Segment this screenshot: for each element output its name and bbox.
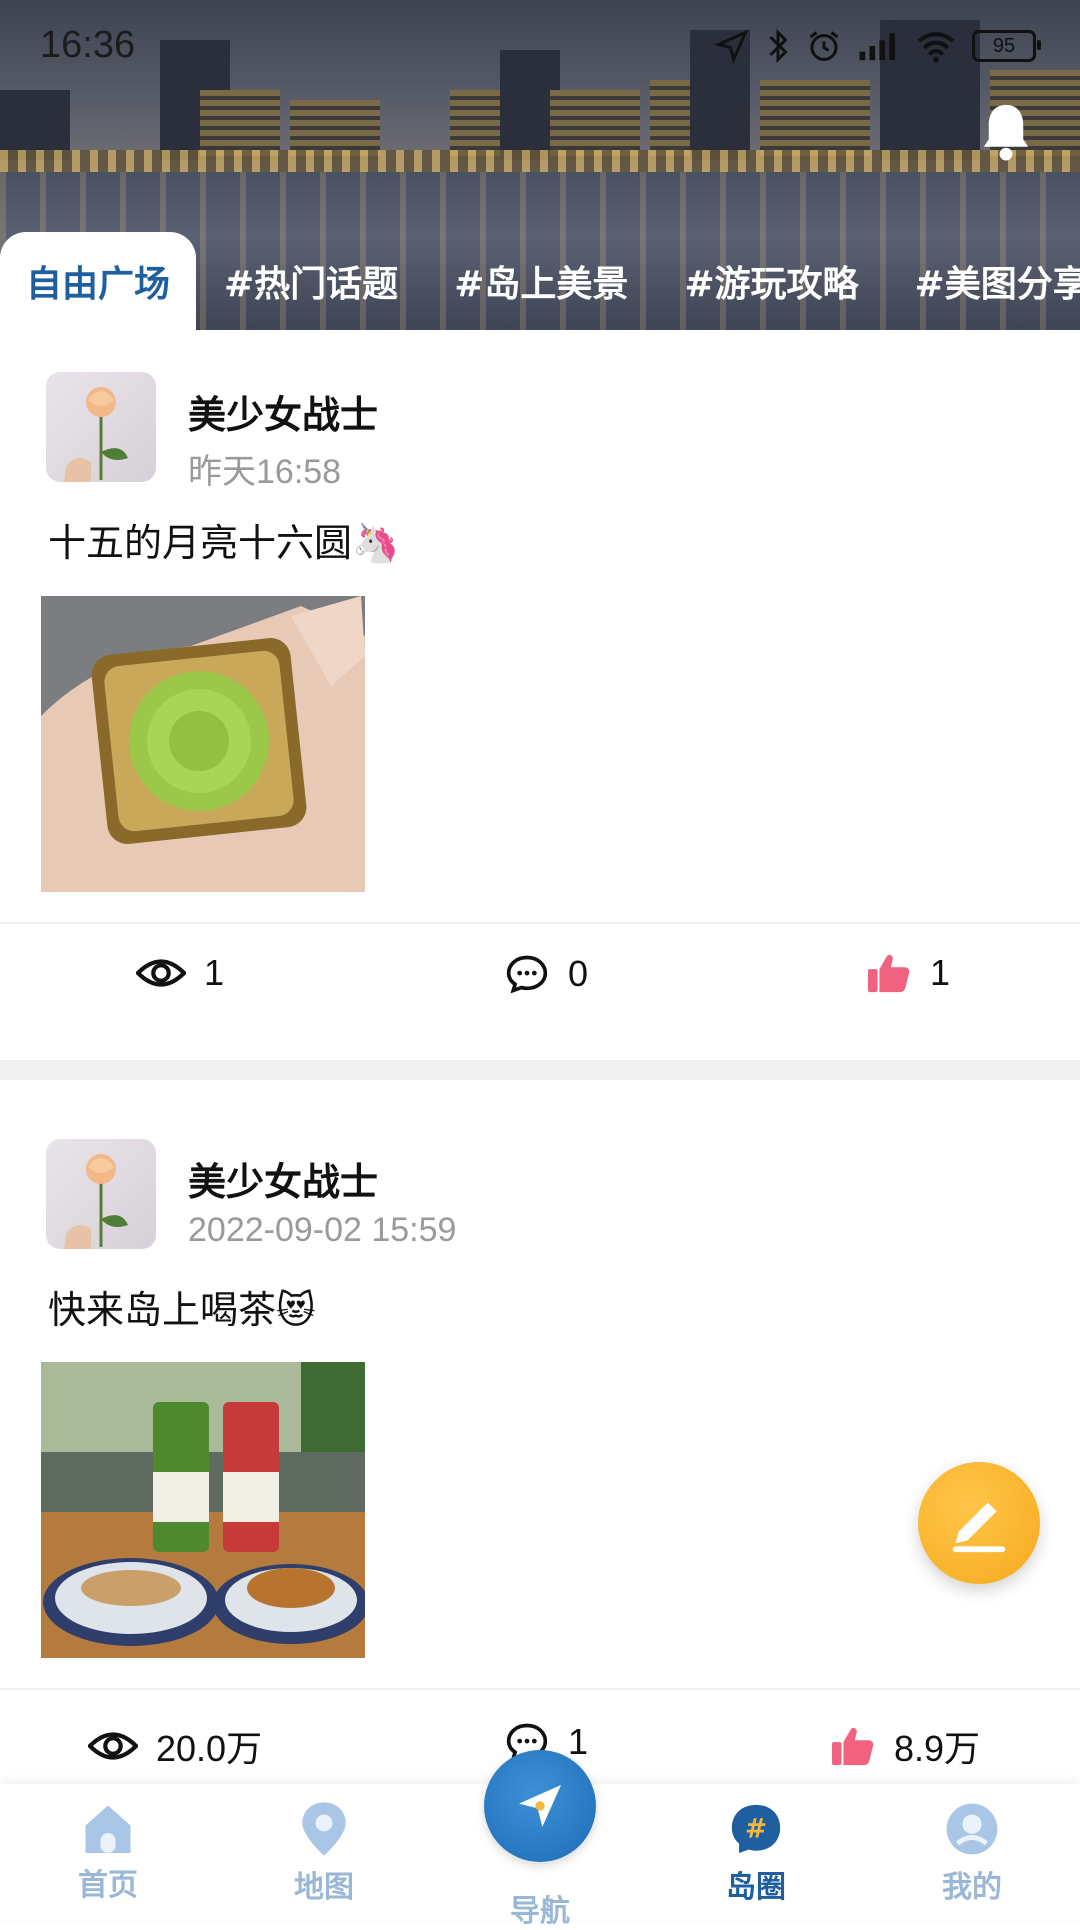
post-time: 昨天16:58 [188, 453, 342, 491]
hashtag-chat-icon: # [731, 1804, 781, 1854]
status-bar: 16:36 95 [0, 0, 1080, 96]
svg-text:#: # [745, 1813, 767, 1844]
avatar[interactable] [46, 372, 156, 482]
tab-travel-guide[interactable]: #游玩攻略 [656, 232, 886, 330]
comment-count[interactable]: 0 [504, 952, 588, 996]
bluetooth-icon [769, 28, 788, 64]
like-count-value: 1 [930, 952, 951, 993]
post-time: 2022-09-02 15:59 [188, 1211, 457, 1249]
nav-circle[interactable]: # 岛圈 [686, 1800, 826, 1906]
alarm-icon [809, 31, 839, 61]
bell-icon[interactable] [976, 100, 1036, 164]
view-count-value: 20.0万 [156, 1728, 263, 1769]
comment-icon [506, 955, 548, 994]
thumbs-up-icon [832, 1727, 874, 1766]
map-pin-icon [302, 1802, 346, 1856]
user-icon [946, 1803, 998, 1855]
nav-mine-label: 我的 [942, 1870, 1002, 1905]
like-count-value: 8.9万 [894, 1728, 981, 1769]
view-count-value: 1 [204, 952, 225, 993]
nav-map-label: 地图 [294, 1870, 354, 1905]
post-author[interactable]: 美少女战士 [188, 1151, 378, 1206]
battery-indicator: 95 [972, 30, 1041, 62]
like-count[interactable]: 1 [866, 952, 950, 994]
eye-icon [136, 959, 186, 987]
nav-home-label: 首页 [78, 1868, 138, 1903]
post-card[interactable]: 美少女战士 昨天16:58 十五的月亮十六圆🦄 1 0 1 [0, 330, 1080, 1060]
nav-navigate-label: 导航 [510, 1894, 570, 1929]
like-count[interactable]: 8.9万 [830, 1720, 980, 1772]
tab-free-square[interactable]: 自由广场 [0, 232, 197, 330]
avatar[interactable] [46, 1139, 156, 1249]
tab-island-scenery[interactable]: #岛上美景 [426, 232, 656, 330]
signal-icon [859, 33, 895, 61]
edit-icon [952, 1502, 1006, 1553]
eye-icon [88, 1732, 138, 1760]
location-icon [714, 29, 749, 64]
home-icon [85, 1805, 131, 1853]
comment-count-value: 1 [568, 1721, 589, 1762]
thumbs-up-icon [868, 954, 910, 993]
nav-circle-label: 岛圈 [726, 1870, 786, 1905]
tab-hot-topics[interactable]: #热门话题 [196, 232, 426, 330]
post-text: 快来岛上喝茶😻 [48, 1288, 316, 1332]
post-image[interactable] [41, 596, 365, 892]
comment-count-value: 0 [568, 953, 589, 994]
post-text: 十五的月亮十六圆🦄 [48, 521, 400, 565]
compose-post-button[interactable] [918, 1462, 1040, 1584]
post-separator [0, 1060, 1080, 1080]
wifi-icon [917, 32, 955, 63]
tab-photo-share[interactable]: #美图分享 [887, 232, 1080, 330]
nav-mine[interactable]: 我的 [902, 1800, 1042, 1906]
nav-map[interactable]: 地图 [254, 1800, 394, 1906]
nav-navigate-button[interactable] [484, 1750, 596, 1862]
view-count: 20.0万 [88, 1720, 262, 1772]
post-card[interactable]: 美少女战士 2022-09-02 15:59 快来岛上喝茶😻 20.0万 1 8… [0, 1080, 1080, 1784]
post-author[interactable]: 美少女战士 [188, 384, 378, 439]
status-time: 16:36 [40, 24, 136, 66]
topic-tabs: 自由广场 #热门话题 #岛上美景 #游玩攻略 #美图分享 [0, 232, 1080, 330]
view-count: 1 [136, 952, 224, 994]
post-image[interactable] [41, 1362, 365, 1658]
navigation-arrow-icon [519, 1785, 561, 1827]
nav-home[interactable]: 首页 [38, 1800, 178, 1904]
